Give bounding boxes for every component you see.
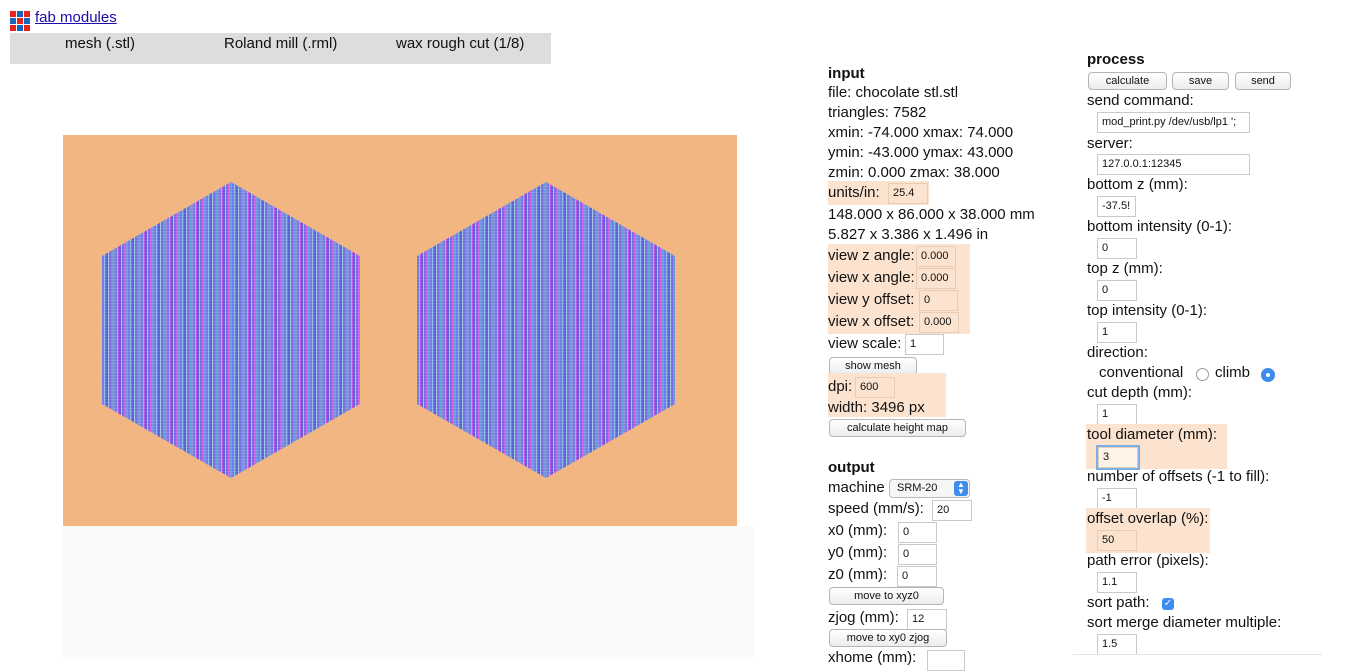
process-heading: process xyxy=(1087,51,1145,68)
triangle-count: triangles: 7582 xyxy=(828,104,927,121)
input-heading: input xyxy=(828,65,865,82)
zjog-input[interactable]: 12 xyxy=(907,609,947,630)
dpi-label: dpi: xyxy=(828,378,853,395)
send-command-label: send command: xyxy=(1087,92,1194,109)
conventional-label: conventional xyxy=(1099,364,1184,381)
grid-logo-icon xyxy=(10,11,30,31)
view-x-angle-label: view x angle: xyxy=(828,269,915,286)
toolpath-viewer[interactable] xyxy=(63,135,737,526)
view-x-offset-label: view x offset: xyxy=(828,313,915,330)
units-input[interactable]: 25.4 xyxy=(888,183,928,204)
x-range: xmin: -74.000 xmax: 74.000 xyxy=(828,124,1014,141)
bottom-z-label: bottom z (mm): xyxy=(1087,176,1188,193)
machine-label: machine xyxy=(828,479,885,496)
tab-roland-mill[interactable]: Roland mill (.rml) xyxy=(224,35,337,52)
calculate-button[interactable]: calculate xyxy=(1088,72,1167,90)
dpi-input[interactable]: 600 xyxy=(855,377,895,398)
zjog-label: zjog (mm): xyxy=(828,609,899,626)
view-x-angle-input[interactable]: 0.000 xyxy=(916,268,956,289)
fab-modules-link[interactable]: fab modules xyxy=(35,9,117,26)
bottom-intensity-input[interactable]: 0 xyxy=(1097,238,1137,259)
sort-path-label: sort path: xyxy=(1087,594,1150,611)
move-to-xyz0-button[interactable]: move to xyz0 xyxy=(829,587,944,605)
send-command-input[interactable]: mod_print.py /dev/usb/lp1 '; xyxy=(1097,112,1250,133)
size-in: 5.827 x 3.386 x 1.496 in xyxy=(828,226,989,243)
send-button[interactable]: send xyxy=(1235,72,1291,90)
climb-label: climb xyxy=(1215,364,1251,381)
view-scale-input[interactable]: 1 xyxy=(905,334,944,355)
x0-label: x0 (mm): xyxy=(828,522,888,539)
number-of-offsets-input[interactable]: -1 xyxy=(1097,488,1137,509)
cut-depth-label: cut depth (mm): xyxy=(1087,384,1193,401)
size-mm: 148.000 x 86.000 x 38.000 mm xyxy=(828,206,1035,223)
speed-input[interactable]: 20 xyxy=(932,500,972,521)
calculate-height-map-button[interactable]: calculate height map xyxy=(829,419,966,437)
offset-overlap-input[interactable]: 50 xyxy=(1097,530,1137,551)
process-panel: process calculate save send send command… xyxy=(1086,50,1327,657)
output-panel: output machine SRM-20 ▲ ▼ speed (mm/s): 2… xyxy=(828,458,1068,671)
tool-diameter-input[interactable]: 3 xyxy=(1096,445,1140,470)
save-button[interactable]: save xyxy=(1172,72,1229,90)
z0-input[interactable]: 0 xyxy=(897,566,937,587)
y0-input[interactable]: 0 xyxy=(898,544,937,565)
units-label: units/in: xyxy=(828,184,880,201)
view-scale-label: view scale: xyxy=(828,335,902,352)
speed-label: speed (mm/s): xyxy=(828,500,924,517)
viewer-lower-area xyxy=(63,526,755,657)
width-readout: width: 3496 px xyxy=(828,399,925,416)
server-label: server: xyxy=(1087,135,1133,152)
bottom-intensity-label: bottom intensity (0-1): xyxy=(1087,218,1233,235)
server-input[interactable]: 127.0.0.1:12345 xyxy=(1097,154,1250,175)
top-z-input[interactable]: 0 xyxy=(1097,280,1137,301)
z-range: zmin: 0.000 zmax: 38.000 xyxy=(828,164,1000,181)
sort-path-checkbox[interactable]: ✓ xyxy=(1162,598,1174,610)
view-y-offset-label: view y offset: xyxy=(828,291,915,308)
z0-label: z0 (mm): xyxy=(828,566,888,583)
move-to-xy0-zjog-button[interactable]: move to xy0 zjog xyxy=(829,629,947,647)
tab-wax-rough-cut[interactable]: wax rough cut (1/8) xyxy=(396,35,524,52)
module-tab-bar: mesh (.stl) Roland mill (.rml) wax rough… xyxy=(10,33,551,64)
path-error-input[interactable]: 1.1 xyxy=(1097,572,1137,593)
bottom-z-input[interactable]: -37.5! xyxy=(1097,196,1136,217)
x0-input[interactable]: 0 xyxy=(898,522,937,543)
climb-radio[interactable] xyxy=(1261,368,1275,382)
offset-overlap-label: offset overlap (%): xyxy=(1087,510,1209,527)
cut-depth-input[interactable]: 1 xyxy=(1097,404,1137,425)
top-intensity-input[interactable]: 1 xyxy=(1097,322,1137,343)
y-range: ymin: -43.000 ymax: 43.000 xyxy=(828,144,1014,161)
hexagon-toolpath-left xyxy=(102,182,360,478)
sort-merge-input[interactable]: 1.5 xyxy=(1097,634,1137,655)
xhome-label: xhome (mm): xyxy=(828,649,917,666)
path-error-label: path error (pixels): xyxy=(1087,552,1209,569)
xhome-input[interactable] xyxy=(927,650,965,671)
top-intensity-label: top intensity (0-1): xyxy=(1087,302,1208,319)
y0-label: y0 (mm): xyxy=(828,544,888,561)
file-name: file: chocolate stl.stl xyxy=(828,84,959,101)
machine-select[interactable]: SRM-20 ▲ ▼ xyxy=(889,479,970,498)
machine-select-value: SRM-20 xyxy=(897,482,938,494)
direction-label: direction: xyxy=(1087,344,1148,361)
view-x-offset-input[interactable]: 0.000 xyxy=(919,312,959,333)
view-z-angle-label: view z angle: xyxy=(828,247,915,264)
tab-mesh[interactable]: mesh (.stl) xyxy=(65,35,135,52)
units-row: units/in: 25.4 xyxy=(828,181,929,205)
hexagon-toolpath-right xyxy=(417,182,675,478)
chevron-updown-icon: ▲ ▼ xyxy=(954,481,968,496)
top-z-label: top z (mm): xyxy=(1087,260,1163,277)
number-of-offsets-label: number of offsets (-1 to fill): xyxy=(1087,468,1270,485)
view-z-angle-input[interactable]: 0.000 xyxy=(916,246,956,267)
conventional-radio[interactable] xyxy=(1196,368,1209,381)
tool-diameter-label: tool diameter (mm): xyxy=(1087,426,1218,443)
view-y-offset-input[interactable]: 0 xyxy=(919,290,958,311)
output-heading: output xyxy=(828,459,875,476)
sort-merge-label: sort merge diameter multiple: xyxy=(1087,614,1282,631)
process-panel-bottom-divider xyxy=(1073,654,1322,655)
